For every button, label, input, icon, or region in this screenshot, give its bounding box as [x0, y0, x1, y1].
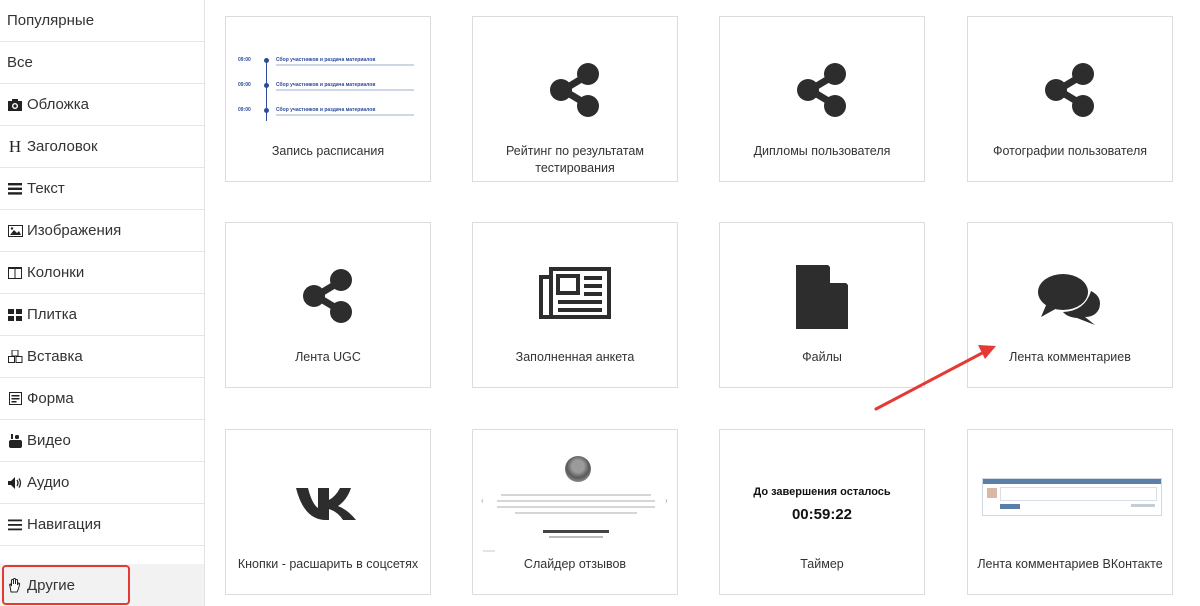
sidebar-item-heading[interactable]: H Заголовок: [0, 126, 204, 168]
text-lines-icon: [7, 181, 23, 197]
sidebar-item-label: Аудио: [27, 474, 70, 491]
share-icon: [796, 63, 848, 122]
sidebar-item-label: Плитка: [27, 306, 78, 323]
card-timer[interactable]: До завершения осталось 00:59:22 Таймер: [719, 429, 925, 595]
card-label: Лента комментариев ВКонтакте: [977, 557, 1163, 571]
sidebar-item-label: Колонки: [27, 264, 85, 281]
sidebar-item-audio[interactable]: Аудио: [0, 462, 204, 504]
schedule-time: 09:00: [238, 57, 251, 63]
schedule-time: 09:00: [238, 82, 251, 88]
schedule-title: Сбор участников и раздача материалов: [276, 82, 376, 88]
sidebar-item-video[interactable]: Видео: [0, 420, 204, 462]
file-icon: [796, 265, 848, 334]
sidebar-item-label: Вставка: [27, 348, 83, 365]
card-user-diplomas[interactable]: Дипломы пользователя: [719, 16, 925, 182]
sidebar: Популярные Все Обложка H Заголовок Текст…: [0, 0, 205, 606]
sidebar-item-columns[interactable]: Колонки: [0, 252, 204, 294]
volume-icon: [7, 475, 23, 491]
card-label: Слайдер отзывов: [523, 557, 627, 571]
avatar: [565, 456, 591, 482]
heading-icon: H: [8, 136, 22, 156]
sidebar-item-label: Обложка: [27, 96, 89, 113]
newspaper-icon: [539, 267, 611, 324]
sidebar-item-label: Популярные: [7, 12, 95, 29]
schedule-time: 09:00: [238, 107, 251, 113]
chevron-left-icon: ‹: [481, 496, 484, 505]
card-filled-form[interactable]: Заполненная анкета: [472, 222, 678, 388]
share-icon: [302, 269, 354, 328]
sidebar-item-label: Текст: [27, 180, 65, 197]
sidebar-item-navigation[interactable]: Навигация: [0, 504, 204, 546]
card-share-buttons[interactable]: Кнопки - расшарить в соцсетях: [225, 429, 431, 595]
columns-icon: [7, 265, 23, 281]
card-vk-comments-feed[interactable]: Лента комментариев ВКонтакте: [967, 429, 1173, 595]
card-label: Таймер: [800, 557, 844, 571]
comments-icon: [1037, 273, 1103, 330]
card-label: Фотографии пользователя: [992, 144, 1148, 158]
sidebar-item-embed[interactable]: Вставка: [0, 336, 204, 378]
tiles-icon: [7, 307, 23, 323]
card-label: Лента UGC: [295, 350, 361, 364]
card-review-slider[interactable]: ‹ › Слайдер отзывов: [472, 429, 678, 595]
menu-icon: [7, 517, 23, 533]
sidebar-item-label: Изображения: [27, 222, 122, 239]
card-label: Рейтинг по результатам тестирования: [506, 144, 644, 175]
active-item-highlight: [2, 565, 130, 605]
share-icon: [1044, 63, 1096, 122]
sidebar-item-label: Заголовок: [27, 138, 98, 155]
card-comments-feed[interactable]: Лента комментариев: [967, 222, 1173, 388]
sidebar-item-form[interactable]: Форма: [0, 378, 204, 420]
card-label: Лента комментариев: [1009, 350, 1131, 364]
form-icon: [7, 391, 23, 407]
vk-comments-preview: [982, 478, 1162, 516]
sidebar-item-label: Форма: [27, 390, 74, 407]
cubes-icon: [7, 349, 23, 365]
timer-value: 00:59:22: [791, 506, 853, 523]
sidebar-item-all[interactable]: Все: [0, 42, 204, 84]
chevron-right-icon: ›: [665, 496, 668, 505]
sidebar-item-images[interactable]: Изображения: [0, 210, 204, 252]
vk-icon: [296, 486, 360, 527]
card-label: Заполненная анкета: [515, 350, 635, 364]
card-ugc-feed[interactable]: Лента UGC: [225, 222, 431, 388]
card-label: Запись расписания: [271, 144, 385, 158]
timer-title: До завершения осталось: [753, 486, 891, 498]
schedule-preview: 09:00 Сбор участников и раздача материал…: [236, 53, 422, 143]
share-icon: [549, 63, 601, 122]
sidebar-item-label: Навигация: [27, 516, 102, 533]
card-schedule[interactable]: 09:00 Сбор участников и раздача материал…: [225, 16, 431, 182]
image-icon: [7, 223, 23, 239]
sidebar-item-tiles[interactable]: Плитка: [0, 294, 204, 336]
card-test-rating[interactable]: Рейтинг по результатам тестирования: [472, 16, 678, 182]
card-user-photos[interactable]: Фотографии пользователя: [967, 16, 1173, 182]
sidebar-item-label: Видео: [27, 432, 71, 449]
schedule-title: Сбор участников и раздача материалов: [276, 57, 376, 63]
schedule-title: Сбор участников и раздача материалов: [276, 107, 376, 113]
sidebar-item-text[interactable]: Текст: [0, 168, 204, 210]
sidebar-item-popular[interactable]: Популярные: [0, 0, 204, 42]
card-label: Файлы: [802, 350, 842, 364]
card-label: Дипломы пользователя: [753, 144, 891, 158]
card-label: Кнопки - расшарить в соцсетях: [237, 557, 419, 571]
camera-icon: [7, 97, 23, 113]
card-files[interactable]: Файлы: [719, 222, 925, 388]
youtube-icon: [7, 433, 23, 449]
sidebar-item-label: Все: [7, 54, 33, 71]
sidebar-item-cover[interactable]: Обложка: [0, 84, 204, 126]
